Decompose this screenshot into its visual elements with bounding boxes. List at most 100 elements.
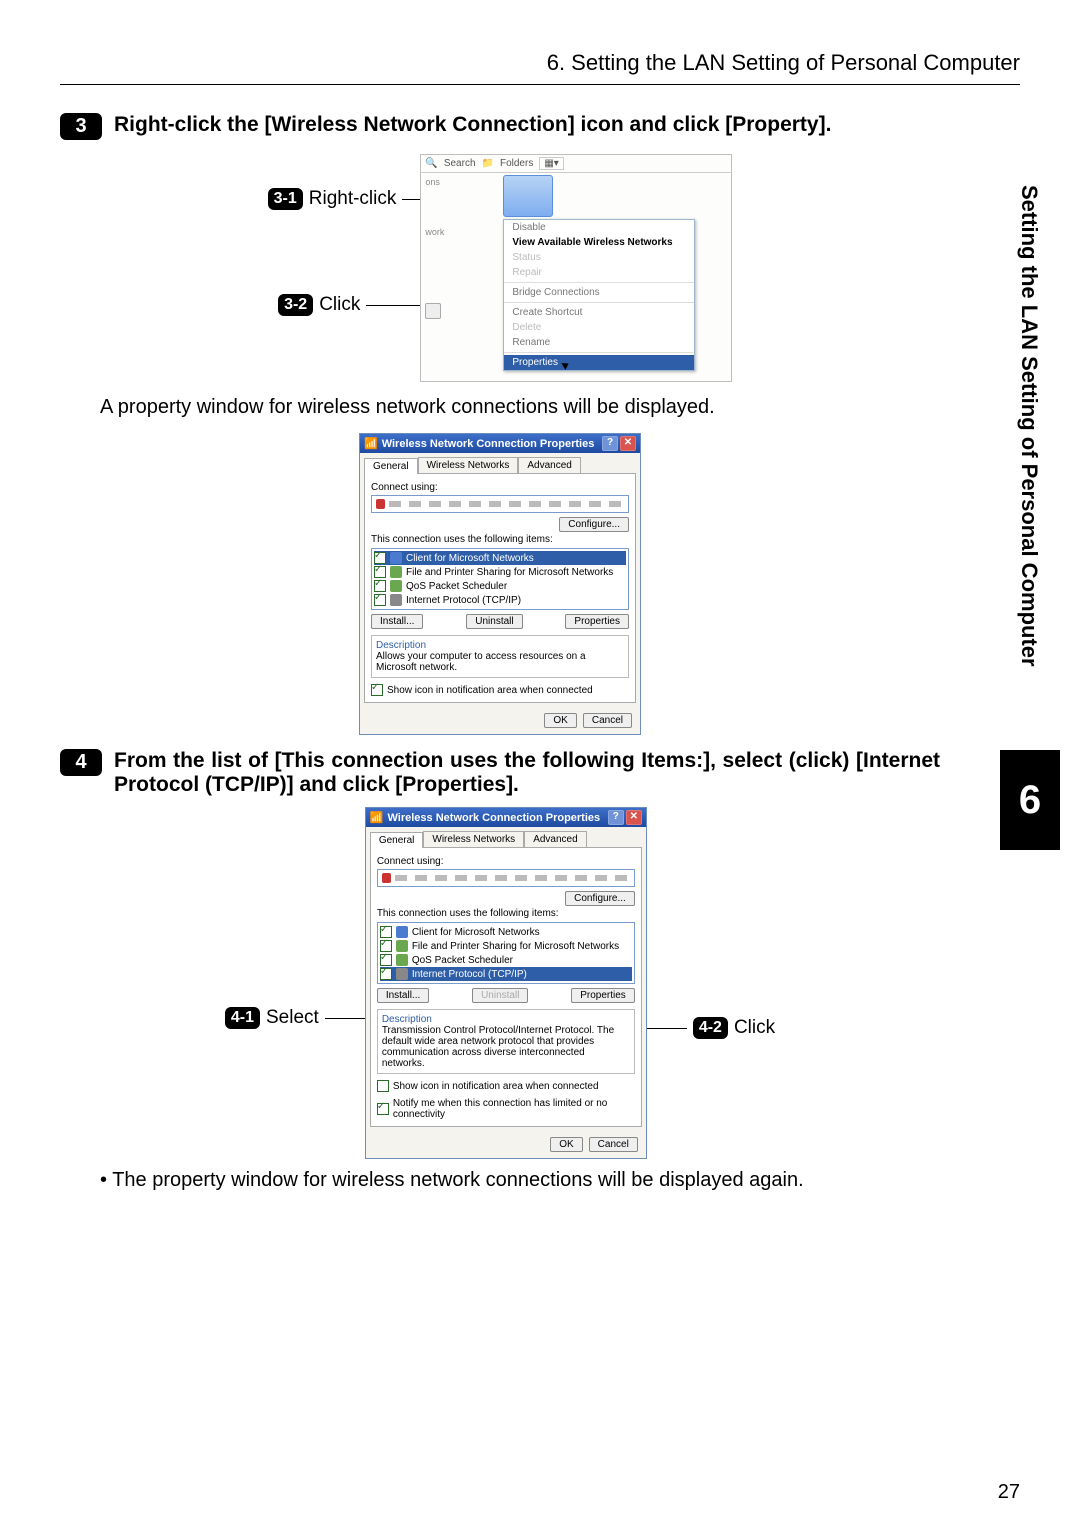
checkbox-qos[interactable]: [374, 580, 386, 592]
item-fileshare-label-2: File and Printer Sharing for Microsoft N…: [412, 941, 619, 952]
checkbox-showicon-1[interactable]: [371, 684, 383, 696]
wireless-icon: 📶: [364, 437, 378, 450]
ctx-properties[interactable]: Properties: [504, 355, 694, 370]
items-list-2: Client for Microsoft Networks File and P…: [377, 922, 635, 984]
checkbox-notify[interactable]: [377, 1103, 389, 1115]
install-button-2[interactable]: Install...: [377, 988, 429, 1003]
adapter-field: [371, 495, 629, 513]
checkbox-fileshare[interactable]: [374, 566, 386, 578]
tab-wireless-2[interactable]: Wireless Networks: [423, 831, 524, 847]
items-label-1: This connection uses the following items…: [371, 534, 629, 545]
description-text-2: Transmission Control Protocol/Internet P…: [382, 1025, 630, 1069]
item-tcpip-label-2: Internet Protocol (TCP/IP): [412, 969, 527, 980]
figure-properties-dialog-2: 📶 Wireless Network Connection Properties…: [365, 807, 647, 1159]
sub-badge-3-1: 3-1: [268, 188, 303, 210]
item-tcpip-2[interactable]: Internet Protocol (TCP/IP): [380, 967, 632, 981]
tab-general[interactable]: General: [364, 458, 418, 474]
showicon-label-1: Show icon in notification area when conn…: [387, 685, 593, 696]
checkbox-fileshare-2[interactable]: [380, 940, 392, 952]
sub-label-4-1: Select: [266, 1007, 319, 1029]
item-client-2[interactable]: Client for Microsoft Networks: [380, 925, 632, 939]
fileshare-icon: [390, 566, 402, 578]
step-4-after: The property window for wireless network…: [100, 1169, 940, 1192]
notify-label: Notify me when this connection has limit…: [393, 1098, 635, 1120]
folders-icon: 📁: [482, 158, 494, 169]
wireless-icon-2: 📶: [370, 811, 384, 824]
checkbox-client[interactable]: [374, 552, 386, 564]
help-button[interactable]: ?: [602, 436, 618, 451]
ctx-view-networks[interactable]: View Available Wireless Networks: [504, 235, 694, 250]
item-client[interactable]: Client for Microsoft Networks: [374, 551, 626, 565]
figure-properties-dialog-1: 📶 Wireless Network Connection Properties…: [359, 433, 641, 735]
ctx-delete: Delete: [504, 320, 694, 335]
item-fileshare-label: File and Printer Sharing for Microsoft N…: [406, 567, 613, 578]
step-4-text: From the list of [This connection uses t…: [114, 749, 940, 797]
sidebar-text-bottom: work: [425, 227, 495, 237]
checkbox-tcpip-2[interactable]: [380, 968, 392, 980]
sub-badge-4-1: 4-1: [225, 1007, 260, 1029]
chapter-badge: 6: [1000, 750, 1060, 850]
items-list-1: Client for Microsoft Networks File and P…: [371, 548, 629, 610]
cancel-button-2[interactable]: Cancel: [589, 1137, 638, 1152]
view-toggle[interactable]: ▦▾: [539, 157, 563, 170]
wireless-connection-icon[interactable]: [503, 175, 553, 217]
step-3-text: Right-click the [Wireless Network Connec…: [114, 113, 831, 137]
page-number: 27: [998, 1481, 1020, 1504]
adapter-icon: [376, 499, 385, 509]
item-client-label-2: Client for Microsoft Networks: [412, 927, 540, 938]
toolbar-search: Search: [444, 158, 476, 169]
checkbox-tcpip[interactable]: [374, 594, 386, 606]
page-header: 6. Setting the LAN Setting of Personal C…: [60, 50, 1020, 85]
close-button[interactable]: ✕: [620, 436, 636, 451]
item-qos-label-2: QoS Packet Scheduler: [412, 955, 513, 966]
figure-context-menu: 🔍 Search 📁 Folders ▦▾ ons work: [420, 154, 732, 382]
tab-general-2[interactable]: General: [370, 832, 424, 848]
connect-using-label: Connect using:: [371, 482, 629, 493]
explorer-toolbar: 🔍 Search 📁 Folders ▦▾: [421, 155, 731, 173]
ok-button-2[interactable]: OK: [550, 1137, 582, 1152]
install-button[interactable]: Install...: [371, 614, 423, 629]
checkbox-qos-2[interactable]: [380, 954, 392, 966]
item-qos[interactable]: QoS Packet Scheduler: [374, 579, 626, 593]
ctx-disable[interactable]: Disable: [504, 220, 694, 235]
tab-advanced[interactable]: Advanced: [518, 457, 580, 473]
close-button-2[interactable]: ✕: [626, 810, 642, 825]
ctx-rename[interactable]: Rename: [504, 335, 694, 350]
dialog-title-2: Wireless Network Connection Properties: [388, 812, 601, 824]
tcpip-icon-2: [396, 968, 408, 980]
ctx-shortcut[interactable]: Create Shortcut: [504, 305, 694, 320]
help-button-2[interactable]: ?: [608, 810, 624, 825]
side-tab-label: Setting the LAN Setting of Personal Comp…: [1016, 185, 1042, 667]
checkbox-showicon-2[interactable]: [377, 1080, 389, 1092]
sub-label-3-1: Right-click: [309, 188, 397, 210]
configure-button-2[interactable]: Configure...: [565, 891, 635, 906]
step-4: 4 From the list of [This connection uses…: [60, 749, 940, 797]
properties-button-1[interactable]: Properties: [565, 614, 629, 629]
uninstall-button-2: Uninstall: [472, 988, 528, 1003]
checkbox-client-2[interactable]: [380, 926, 392, 938]
sub-badge-4-2: 4-2: [693, 1017, 728, 1039]
ok-button-1[interactable]: OK: [544, 713, 576, 728]
tab-wireless[interactable]: Wireless Networks: [418, 457, 519, 473]
client-icon-2: [396, 926, 408, 938]
scroll-button[interactable]: [425, 303, 441, 319]
step-3-after: A property window for wireless network c…: [100, 396, 940, 419]
properties-button-2[interactable]: Properties: [571, 988, 635, 1003]
item-tcpip[interactable]: Internet Protocol (TCP/IP): [374, 593, 626, 607]
connect-using-label-2: Connect using:: [377, 856, 635, 867]
client-icon: [390, 552, 402, 564]
item-fileshare[interactable]: File and Printer Sharing for Microsoft N…: [374, 565, 626, 579]
tab-advanced-2[interactable]: Advanced: [524, 831, 586, 847]
qos-icon-2: [396, 954, 408, 966]
ctx-bridge[interactable]: Bridge Connections: [504, 285, 694, 300]
uninstall-button[interactable]: Uninstall: [466, 614, 522, 629]
sub-label-4-2: Click: [734, 1017, 775, 1039]
step-badge-4: 4: [60, 749, 102, 776]
configure-button[interactable]: Configure...: [559, 517, 629, 532]
cancel-button-1[interactable]: Cancel: [583, 713, 632, 728]
search-icon: 🔍: [425, 158, 437, 169]
items-label-2: This connection uses the following items…: [377, 908, 635, 919]
qos-icon: [390, 580, 402, 592]
item-fileshare-2[interactable]: File and Printer Sharing for Microsoft N…: [380, 939, 632, 953]
item-qos-2[interactable]: QoS Packet Scheduler: [380, 953, 632, 967]
